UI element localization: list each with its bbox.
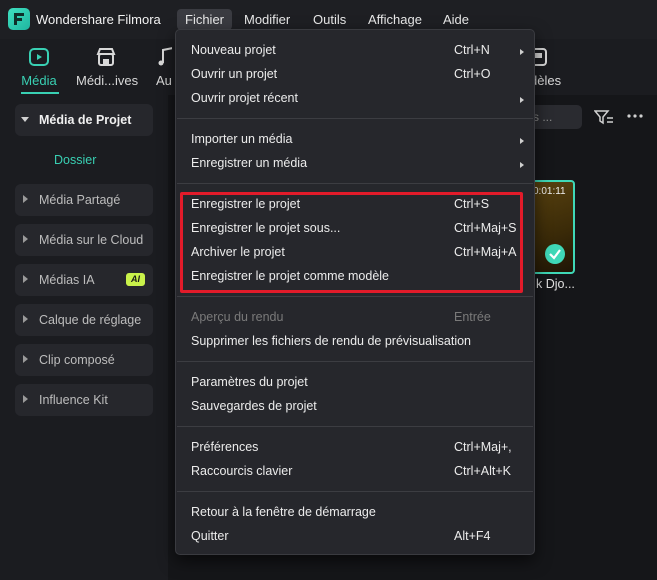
check-icon [545, 244, 565, 264]
tool-stock-media-label: Médi...ives [76, 73, 139, 88]
filmora-logo-icon [8, 8, 30, 30]
submenu-arrow-icon [520, 97, 524, 103]
tool-stock-media[interactable]: Médi...ives [76, 45, 139, 88]
sidebar-item-clip-compose[interactable]: Clip composé [15, 344, 153, 376]
menu-affichage[interactable]: Affichage [360, 9, 430, 30]
caret-right-icon [23, 395, 28, 403]
audio-icon [158, 47, 172, 66]
menu-item-shortcut: Ctrl+Alt+K [454, 464, 511, 478]
menu-aide[interactable]: Aide [435, 9, 477, 30]
tool-audio-label: Au [156, 73, 172, 88]
menu-item-label: Raccourcis clavier [191, 464, 293, 478]
menu-item-label: Aperçu du rendu [191, 310, 284, 324]
menu-item-label: Nouveau projet [191, 43, 276, 57]
sidebar-item-label: Médias IA [39, 273, 95, 287]
tool-audio[interactable]: Au [142, 45, 172, 88]
filter-icon[interactable] [594, 109, 614, 125]
sidebar-item-media-partage[interactable]: Média Partagé [15, 184, 153, 216]
sidebar-item-label: Influence Kit [39, 393, 108, 407]
menu-fichier[interactable]: Fichier [177, 9, 233, 30]
menu-item-label: Supprimer les fichiers de rendu de prévi… [191, 334, 472, 348]
menu-outils[interactable]: Outils [305, 9, 354, 30]
sidebar-item-media-cloud[interactable]: Média sur le Cloud [15, 224, 153, 256]
caret-right-icon [23, 275, 28, 283]
menu-item-label: Paramètres du projet [191, 375, 308, 389]
app-title: Wondershare Filmora [36, 12, 161, 27]
menu-item-raccourcis-clavier[interactable]: Raccourcis clavier Ctrl+Alt+K [191, 460, 527, 482]
tool-media[interactable]: Média [9, 45, 69, 88]
tool-media-label: Média [21, 73, 57, 88]
menu-item-label: Sauvegardes de projet [191, 399, 317, 413]
caret-right-icon [23, 355, 28, 363]
sidebar-item-influence-kit[interactable]: Influence Kit [15, 384, 153, 416]
submenu-arrow-icon [520, 162, 524, 168]
menu-item-importer-media[interactable]: Importer un média [191, 128, 527, 150]
menu-item-supprimer-rendu[interactable]: Supprimer les fichiers de rendu de prévi… [191, 330, 527, 352]
menu-item-ouvrir-projet-recent[interactable]: Ouvrir projet récent [191, 87, 527, 109]
menu-item-label: Préférences [191, 440, 259, 454]
menu-item-ouvrir-projet[interactable]: Ouvrir un projet Ctrl+O [191, 63, 527, 85]
menu-item-shortcut: Ctrl+O [454, 67, 491, 81]
menu-item-sauvegardes-projet[interactable]: Sauvegardes de projet [191, 395, 527, 417]
menu-separator [177, 118, 533, 119]
active-tab-indicator [21, 92, 59, 94]
menu-item-label: Ouvrir projet récent [191, 91, 298, 105]
menu-item-parametres-projet[interactable]: Paramètres du projet [191, 371, 527, 393]
sidebar-item-medias-ia[interactable]: Médias IA AI [15, 264, 153, 296]
menu-item-preferences[interactable]: Préférences Ctrl+Maj+, [191, 436, 527, 458]
sidebar-subitem-dossier[interactable]: Dossier [54, 153, 96, 167]
highlight-annotation-box [180, 192, 523, 293]
menu-item-shortcut: Alt+F4 [454, 529, 491, 543]
menu-separator [177, 491, 533, 492]
ai-badge: AI [126, 273, 145, 286]
submenu-arrow-icon [520, 49, 524, 55]
submenu-arrow-icon [520, 138, 524, 144]
menu-separator [177, 183, 533, 184]
menu-separator [177, 426, 533, 427]
tool-templates-label: dèles [530, 73, 562, 88]
caret-right-icon [23, 235, 28, 243]
menu-item-label: Ouvrir un projet [191, 67, 278, 81]
thumbnail-label: k Djo... [536, 277, 575, 291]
more-options-icon[interactable] [627, 113, 643, 119]
store-icon [96, 48, 116, 66]
menu-item-apercu-rendu: Aperçu du rendu Entrée [191, 306, 527, 328]
caret-right-icon [23, 315, 28, 323]
caret-down-icon [21, 117, 29, 122]
sidebar-item-media-de-projet[interactable]: Média de Projet [15, 104, 153, 136]
sidebar-item-calque-reglage[interactable]: Calque de réglage [15, 304, 153, 336]
sidebar-item-label: Média Partagé [39, 193, 121, 207]
search-placeholder: s ... [533, 110, 553, 124]
menu-item-label: Retour à la fenêtre de démarrage [191, 505, 376, 519]
menu-item-shortcut: Ctrl+N [454, 43, 490, 57]
menu-item-quitter[interactable]: Quitter Alt+F4 [191, 525, 527, 547]
menu-separator [177, 361, 533, 362]
menu-item-retour-demarrage[interactable]: Retour à la fenêtre de démarrage [191, 501, 527, 523]
thumbnail-duration: 0:01:11 [533, 186, 566, 197]
menu-item-shortcut: Entrée [454, 310, 491, 324]
media-icon [29, 48, 49, 66]
menu-modifier[interactable]: Modifier [236, 9, 298, 30]
sidebar-item-label: Média de Projet [39, 113, 132, 127]
menu-separator [177, 296, 533, 297]
menu-item-label: Quitter [191, 529, 229, 543]
caret-right-icon [23, 195, 28, 203]
sidebar-item-label: Calque de réglage [39, 313, 142, 327]
menu-item-label: Enregistrer un média [191, 156, 308, 170]
sidebar [0, 95, 168, 580]
sidebar-item-label: Média sur le Cloud [39, 233, 144, 247]
menu-item-label: Importer un média [191, 132, 293, 146]
menu-item-shortcut: Ctrl+Maj+, [454, 440, 512, 454]
menu-item-nouveau-projet[interactable]: Nouveau projet Ctrl+N [191, 39, 527, 61]
sidebar-item-label: Clip composé [39, 353, 115, 367]
menu-item-enregistrer-media[interactable]: Enregistrer un média [191, 152, 527, 174]
